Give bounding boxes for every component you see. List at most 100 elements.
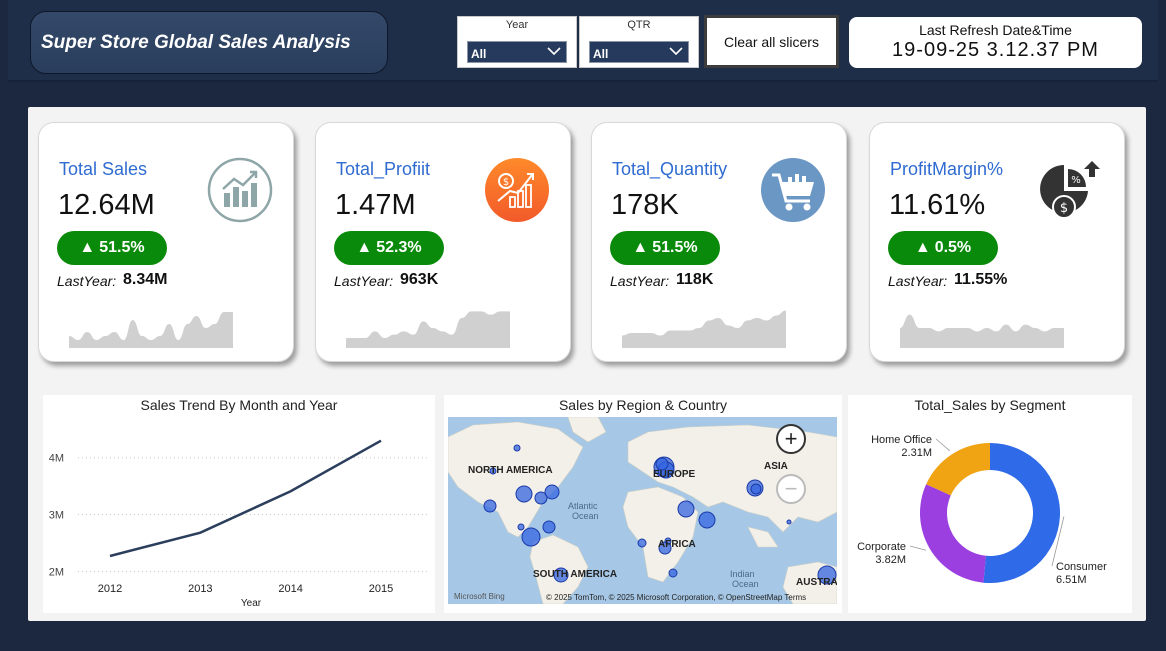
kpi-change-value: 52.3% [376,239,422,256]
chevron-down-icon [669,47,683,56]
segment-donut-chart[interactable]: Total_Sales by Segment Consumer 6.51M Corp… [848,395,1132,613]
kpi-change-badge: ▲ 51.5% [610,231,720,265]
chart-title: Sales by Region & Country [558,397,728,413]
zoom-in-button[interactable]: + [776,424,806,454]
kpi-change-badge: ▲ 0.5% [888,231,998,265]
map-label-indian-ocean: Ocean [732,579,759,589]
map-label-europe: EUROPE [653,469,696,480]
map-attribution: © 2025 TomTom, © 2025 Microsoft Corporat… [546,593,807,602]
chevron-down-icon [547,47,561,56]
kpi-card-total-quantity[interactable]: Total_Quantity 178K ▲ 51.5% LastYear: 118… [591,122,847,362]
qtr-dropdown[interactable]: All [589,41,689,63]
sparkline-area [69,312,233,348]
kpi-card-total-sales[interactable]: Total Sales 12.64M ▲ 51.5% LastYear: 8.34… [38,122,294,362]
kpi-card-profit-margin[interactable]: ProfitMargin% 11.61% ▲ 0.5% LastYear: 11.… [869,122,1125,362]
year-dropdown[interactable]: All [467,41,567,63]
y-tick-label: 3M [49,510,64,522]
y-tick-label: 2M [49,566,64,578]
kpi-title: Total_Profiit [336,159,431,179]
map-label-atlantic-ocean: Ocean [572,511,599,521]
donut-leader-line [909,545,927,551]
kpi-lastyear-value: 118K [676,271,714,288]
growth-chart-icon [207,157,273,223]
year-dropdown-value: All [471,47,487,61]
kpi-lastyear-value: 963K [400,271,439,288]
refresh-card: Last Refresh Date&Time 19-09-25 3.12.37 … [849,17,1142,68]
kpi-title: Total Sales [59,159,148,179]
donut-slice[interactable] [920,484,986,583]
refresh-label: Last Refresh Date&Time [919,22,1072,38]
dashboard-title: Super Store Global Sales Analysis [30,11,388,74]
kpi-value: 1.47M [335,189,416,221]
x-axis-title: Year [241,598,262,609]
svg-text:$: $ [1060,201,1068,216]
svg-text:%: % [1071,175,1081,186]
sales-map[interactable]: Sales by Region & Country NORTH AMERICA [444,395,842,613]
chart-title: Total_Sales by Segment [914,397,1066,413]
dashboard-title-text: Super Store Global Sales Analysis [41,31,351,53]
x-tick-label: 2013 [188,583,212,595]
donut-category-label: Home Office [871,434,932,446]
qtr-slicer[interactable]: QTR All [579,16,699,68]
svg-text:$: $ [503,177,509,188]
kpi-value: 178K [611,189,679,221]
donut-slice[interactable] [983,443,1060,583]
x-tick-label: 2015 [369,583,393,595]
kpi-sparkline [69,312,233,348]
sparkline-area [346,311,510,348]
kpi-lastyear-label: LastYear: [334,273,394,289]
map-label-south-america: SOUTH AMERICA [533,569,617,580]
kpi-change-badge: ▲ 51.5% [57,231,167,265]
year-slicer-label: Year [505,19,529,31]
donut-category-label: Corporate [857,541,906,553]
qtr-slicer-label: QTR [627,19,651,31]
sales-trend-chart[interactable]: Sales Trend By Month and Year 2M 3M 4M 2012… [43,395,435,613]
kpi-lastyear-label: LastYear: [888,273,948,289]
kpi-title: ProfitMargin% [890,159,1004,179]
donut-leader-line [935,438,951,452]
donut-value-label: 6.51M [1056,574,1087,586]
map-label-indian: Indian [730,569,755,579]
sparkline-area [900,314,1064,348]
kpi-card-total-profit[interactable]: Total_Profiit 1.47M ▲ 52.3% LastYear: 963… [315,122,571,362]
qtr-dropdown-value: All [593,47,609,61]
map-label-atlantic: Atlantic [568,501,598,511]
map-label-australia: AUSTRA [796,577,837,588]
kpi-value: 11.61% [889,189,986,221]
donut-plot: Consumer6.51M Corporate3.82M Home Office2.… [857,434,1107,586]
up-triangle-icon: ▲ [632,239,649,256]
y-tick-label: 4M [49,453,64,465]
bing-logo: Microsoft Bing [454,592,505,601]
sparkline-area [622,310,786,348]
kpi-lastyear-value: 11.55% [954,271,1008,288]
cart-icon [761,158,825,222]
kpi-change-value: 51.5% [652,239,698,256]
clear-slicers-label: Clear all slicers [724,33,819,50]
kpi-title: Total_Quantity [612,159,728,179]
kpi-sparkline [346,311,510,348]
zoom-out-button[interactable]: − [776,474,806,504]
year-slicer[interactable]: Year All [457,16,577,68]
kpi-change-value: 0.5% [934,239,972,256]
donut-value-label: 3.82M [875,554,906,566]
refresh-value: 19-09-25 3.12.37 PM [892,39,1099,61]
world-map[interactable]: NORTH AMERICA EUROPE ASIA AFRICA SOUTH A… [448,417,837,604]
kpi-change-badge: ▲ 52.3% [334,231,444,265]
clear-slicers-button[interactable]: Clear all slicers [704,15,839,68]
kpi-lastyear-label: LastYear: [610,273,670,289]
map-label-asia: ASIA [764,461,788,472]
kpi-lastyear-label: LastYear: [57,273,117,289]
kpi-change-value: 51.5% [99,239,145,256]
line-chart-plot: 2M 3M 4M 2012 2013 2014 2015 Year [49,439,428,609]
map-label-africa: AFRICA [658,539,696,550]
donut-category-label: Consumer [1056,561,1107,573]
x-tick-label: 2012 [98,583,122,595]
up-triangle-icon: ▲ [356,239,373,256]
up-triangle-icon: ▲ [914,239,931,256]
kpi-sparkline [622,310,786,348]
donut-slice[interactable] [926,443,990,496]
kpi-value: 12.64M [58,189,155,221]
x-tick-label: 2014 [278,583,302,595]
map-label-north-america: NORTH AMERICA [468,465,553,476]
up-triangle-icon: ▲ [79,239,96,256]
